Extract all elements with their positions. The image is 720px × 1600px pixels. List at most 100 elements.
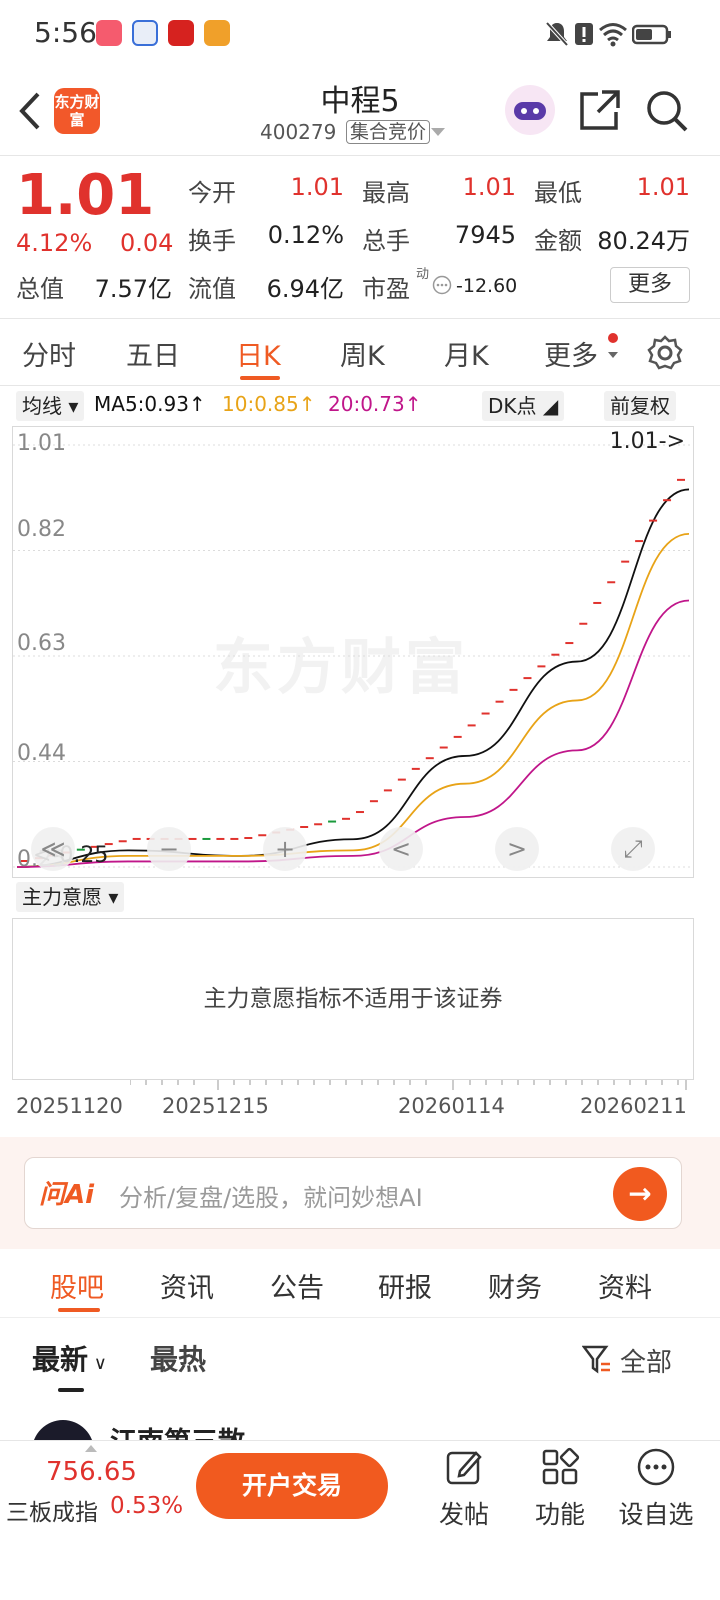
fullscreen-button[interactable]: ⤢: [611, 827, 655, 871]
date-axis: 20251120 20251215 20260114 20260211: [0, 1080, 720, 1136]
current-price: 1.01: [16, 163, 155, 228]
turnover-value: 0.12%: [267, 221, 344, 249]
chart-canvas: [13, 444, 693, 868]
zoom-in-button[interactable]: +: [263, 827, 307, 871]
indicator-selector-label: 主力意愿: [22, 885, 102, 909]
dk-label: DK点: [488, 394, 537, 418]
ma10-value: 10:0.85↑: [222, 392, 316, 416]
app-notification-icon: [96, 20, 122, 46]
tab-profile[interactable]: 资料: [598, 1266, 652, 1305]
more-dots-icon[interactable]: [432, 275, 452, 295]
kline-chart[interactable]: 东方财富 1.01 0.82 0.63 0.44 0.25 1.01-> <-0…: [12, 426, 694, 878]
open-account-trade-button[interactable]: 开户交易: [196, 1453, 388, 1519]
zoom-out-button[interactable]: −: [147, 827, 191, 871]
dk-point-selector[interactable]: DK点 ◢: [482, 391, 565, 421]
ai-placeholder: 分析/复盘/选股，就问妙想AI: [119, 1184, 423, 1212]
amount-value: 80.24万: [597, 227, 690, 255]
active-tab-indicator: [58, 1308, 100, 1312]
content-tabs: 股吧 资讯 公告 研报 财务 资料: [0, 1250, 720, 1318]
ai-search-input[interactable]: 问Ai 分析/复盘/选股，就问妙想AI →: [24, 1157, 682, 1229]
post-author[interactable]: 江南第三散: [110, 1420, 245, 1440]
tab-more[interactable]: 更多: [544, 334, 598, 373]
high-value: 1.01: [462, 173, 516, 201]
index-name[interactable]: 三板成指: [6, 1493, 98, 1527]
float-value: 6.94亿: [266, 275, 344, 303]
date-label: 20251120: [16, 1094, 123, 1118]
app-notification-icon: [132, 20, 158, 46]
indicator-selector[interactable]: 主力意愿 ▾: [16, 882, 125, 912]
sort-hot[interactable]: 最热: [150, 1338, 206, 1378]
wifi-icon: [599, 23, 627, 47]
settings-gear-icon[interactable]: [646, 334, 684, 372]
filter-all[interactable]: 全部: [620, 1342, 672, 1379]
series-line-ma10: [16, 532, 690, 868]
post-label: 发帖: [438, 1500, 489, 1529]
tab-announcements[interactable]: 公告: [270, 1266, 324, 1305]
tab-guba[interactable]: 股吧: [50, 1266, 104, 1305]
tab-weekly-k[interactable]: 周K: [340, 334, 385, 373]
scroll-start-button[interactable]: ≪: [31, 827, 75, 871]
tab-intraday[interactable]: 分时: [22, 334, 76, 373]
arrow-right-icon[interactable]: →: [613, 1167, 667, 1221]
quote-panel: 1.01 4.12% 0.04 今开 1.01 最高 1.01 最低 1.01 …: [0, 157, 720, 319]
chevron-down-icon[interactable]: [430, 126, 446, 138]
scroll-left-button[interactable]: <: [379, 827, 423, 871]
tab-daily-k[interactable]: 日K: [236, 334, 281, 373]
adjust-selector[interactable]: 前复权: [604, 391, 676, 421]
tab-news[interactable]: 资讯: [160, 1266, 214, 1305]
active-sort-indicator: [58, 1388, 84, 1392]
search-icon[interactable]: [644, 88, 690, 134]
status-time: 5:56: [34, 16, 97, 49]
bottom-bar: 756.65 三板成指 0.53% 开户交易 发帖 功能 设自选: [0, 1440, 720, 1568]
ma-legend-row: 均线 ▾ MA5:0.93↑ 10:0.85↑ 20:0.73↑ DK点 ◢ 前…: [0, 388, 720, 424]
y-axis-label: 0.44: [17, 741, 66, 766]
share-icon[interactable]: [578, 88, 622, 132]
ma5-value: MA5:0.93↑: [94, 392, 206, 416]
status-bar: 5:56: [0, 0, 720, 68]
tab-research[interactable]: 研报: [378, 1266, 432, 1305]
period-tabs: 分时 五日 日K 周K 月K 更多: [0, 320, 720, 386]
post-filter-row: 最新 ∨ 最热 全部: [0, 1320, 720, 1396]
sort-latest-label: 最新: [32, 1343, 89, 1376]
pe-value: -12.60: [456, 275, 518, 297]
turnover-label: 换手: [188, 227, 236, 255]
index-value[interactable]: 756.65: [46, 1457, 137, 1487]
ma-selector[interactable]: 均线 ▾: [16, 391, 85, 421]
open-label: 今开: [188, 179, 236, 207]
more-circle-icon: [637, 1448, 675, 1486]
y-axis-label: 0.82: [17, 517, 66, 542]
post-preview[interactable]: 江南第三散: [0, 1410, 720, 1440]
avatar[interactable]: [32, 1420, 94, 1440]
mute-icon: [545, 21, 569, 47]
tab-five-day[interactable]: 五日: [126, 334, 180, 373]
tab-finance[interactable]: 财务: [488, 1266, 542, 1305]
ai-logo: 问Ai: [39, 1180, 95, 1210]
ai-assistant-icon[interactable]: [504, 84, 556, 136]
tab-monthly-k[interactable]: 月K: [444, 334, 489, 373]
app-notification-icon: [168, 20, 194, 46]
ma-selector-label: 均线: [22, 394, 62, 418]
chevron-down-icon: ∨: [88, 1353, 107, 1374]
ma20-value: 20:0.73↑: [328, 392, 422, 416]
more-button[interactable]: 更多: [610, 267, 690, 303]
functions-button[interactable]: 功能: [520, 1447, 600, 1531]
indicator-panel: 主力意愿指标不适用于该证券: [12, 918, 694, 1080]
alert-icon: [575, 23, 593, 45]
sort-latest[interactable]: 最新 ∨: [32, 1338, 107, 1378]
volume-value: 7945: [454, 221, 516, 249]
battery-icon: [632, 24, 671, 45]
functions-label: 功能: [534, 1500, 585, 1529]
pe-label: 市盈: [362, 275, 410, 303]
edit-icon: [446, 1451, 482, 1485]
amount-label: 金额: [534, 227, 582, 255]
index-change: 0.53%: [110, 1493, 184, 1519]
date-label: 20260211: [580, 1094, 687, 1118]
filter-icon[interactable]: [582, 1344, 612, 1374]
add-watchlist-button[interactable]: 设自选: [616, 1447, 696, 1531]
high-label: 最高: [362, 179, 410, 207]
change-value: 0.04: [120, 229, 174, 257]
scroll-right-button[interactable]: >: [495, 827, 539, 871]
open-value: 1.01: [290, 173, 344, 201]
post-button[interactable]: 发帖: [424, 1447, 504, 1531]
y-axis-label: 1.01: [17, 431, 66, 456]
